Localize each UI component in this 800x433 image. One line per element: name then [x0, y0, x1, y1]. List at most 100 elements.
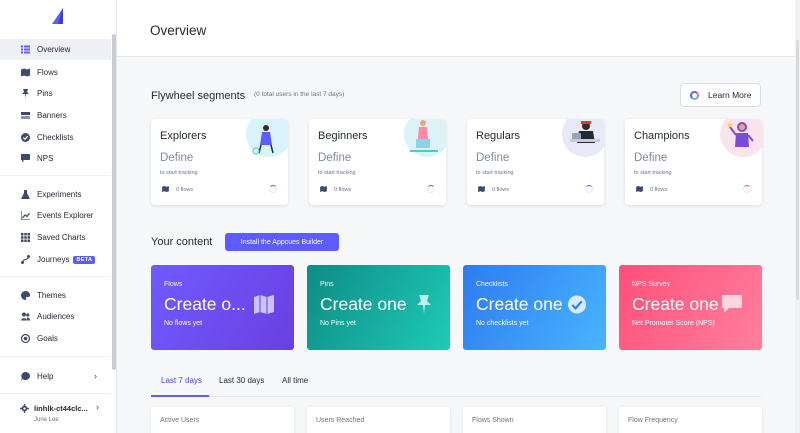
- segment-hint: to start tracking: [634, 170, 672, 176]
- stat-card-flow-frequency: Flow Frequency: [619, 407, 762, 433]
- account-name[interactable]: linhlk-ct44clc...: [34, 404, 88, 413]
- map-icon: [320, 186, 327, 192]
- map-icon: [478, 186, 485, 192]
- palette-icon: [21, 291, 30, 300]
- active-tab-indicator: [151, 395, 209, 397]
- segment-progress-donut: [743, 185, 751, 193]
- map-icon: [636, 186, 643, 192]
- champion-illustration-icon: [720, 119, 762, 157]
- sidebar-item-audiences[interactable]: Audiences: [0, 306, 111, 327]
- create-flow-card[interactable]: Flows Create o... No flows yet: [151, 265, 294, 350]
- segment-hint: to start tracking: [160, 170, 198, 176]
- chat-icon: [722, 295, 742, 313]
- chevron-right-icon[interactable]: ›: [96, 402, 99, 412]
- sidebar-item-label: Goals: [37, 334, 58, 343]
- content-card-sub: Net Promoter Score (NPS): [632, 320, 715, 327]
- sidebar-scrollbar[interactable]: [112, 34, 116, 370]
- segment-progress-donut: [269, 185, 277, 193]
- segment-name: Champions: [634, 130, 690, 142]
- journey-icon: [21, 255, 30, 264]
- segments-subtitle: (0 total users in the last 7 days): [254, 91, 345, 98]
- stat-label: Flow Frequency: [628, 417, 678, 424]
- sidebar-item-help[interactable]: Help ›: [0, 366, 111, 387]
- sidebar-item-nps[interactable]: NPS: [0, 148, 111, 169]
- sidebar: Overview Flows Pins Banners Checklists N…: [0, 0, 117, 433]
- chart-icon: [21, 211, 30, 220]
- chat-icon: [21, 154, 30, 163]
- sidebar-item-label: Experiments: [37, 190, 82, 199]
- sidebar-item-saved-charts[interactable]: Saved Charts: [0, 227, 111, 248]
- tab-last-7-days[interactable]: Last 7 days: [161, 376, 202, 385]
- page-title: Overview: [150, 23, 207, 38]
- sidebar-divider: [0, 175, 111, 176]
- page-scrollbar[interactable]: [795, 0, 800, 433]
- segment-hint: to start tracking: [476, 170, 514, 176]
- stat-label: Users Reached: [316, 417, 365, 424]
- segment-name: Regulars: [476, 130, 521, 142]
- your-content-title: Your content: [151, 236, 213, 248]
- gear-icon[interactable]: [20, 404, 29, 413]
- tab-all-time[interactable]: All time: [282, 376, 308, 385]
- segment-card-beginners[interactable]: Beginners Define to start tracking 0 flo…: [309, 119, 446, 205]
- learn-more-button[interactable]: Learn More: [680, 83, 761, 107]
- beta-badge: BETA: [73, 255, 96, 264]
- sidebar-item-events-explorer[interactable]: Events Explorer: [0, 205, 111, 226]
- sidebar-item-themes[interactable]: Themes: [0, 285, 111, 306]
- sidebar-item-checklists[interactable]: Checklists: [0, 127, 111, 148]
- sidebar-item-label: Checklists: [37, 133, 74, 142]
- segment-card-champions[interactable]: Champions Define to start tracking 0 flo…: [625, 119, 762, 205]
- sidebar-item-overview[interactable]: Overview: [0, 39, 111, 60]
- pin-icon: [417, 295, 431, 314]
- content-card-label: Checklists: [476, 281, 508, 288]
- segment-flow-count: 0 flows: [492, 187, 510, 193]
- sidebar-item-flows[interactable]: Flows: [0, 62, 111, 83]
- segment-card-explorers[interactable]: Explorers Define to start tracking 0 flo…: [151, 119, 288, 205]
- regular-illustration-icon: [562, 119, 604, 157]
- sidebar-item-label: Saved Charts: [37, 233, 86, 242]
- stat-label: Flows Shown: [472, 417, 514, 424]
- segment-hint: to start tracking: [318, 170, 356, 176]
- sidebar-item-pins[interactable]: Pins: [0, 83, 111, 104]
- content-card-sub: No flows yet: [164, 320, 203, 327]
- sidebar-divider: [0, 393, 111, 394]
- segment-name: Explorers: [160, 130, 207, 142]
- banner-icon: [21, 111, 30, 120]
- sidebar-item-journeys[interactable]: Journeys BETA: [0, 249, 111, 270]
- beginner-illustration-icon: [404, 119, 446, 157]
- sidebar-item-label: Flows: [37, 68, 58, 77]
- sidebar-item-label: Journeys: [37, 255, 70, 264]
- create-nps-link[interactable]: Create one: [632, 294, 719, 315]
- segment-card-regulars[interactable]: Regulars Define to start tracking 0 flow…: [467, 119, 604, 205]
- chevron-right-icon: ›: [94, 371, 97, 381]
- sidebar-item-label: NPS: [37, 154, 54, 163]
- create-flow-link[interactable]: Create o...: [164, 294, 246, 315]
- install-builder-button[interactable]: Install the Appcues Builder: [225, 233, 339, 251]
- stat-label: Active Users: [160, 417, 200, 424]
- list-icon: [21, 45, 30, 54]
- segment-flow-count: 0 flows: [176, 187, 194, 193]
- sidebar-item-goals[interactable]: Goals: [0, 328, 111, 349]
- sidebar-item-label: Help: [37, 372, 54, 381]
- pin-icon: [21, 89, 30, 98]
- check-circle-icon: [567, 295, 587, 314]
- create-pin-card[interactable]: Pins Create one No Pins yet: [307, 265, 450, 350]
- tab-last-30-days[interactable]: Last 30 days: [219, 376, 264, 385]
- create-checklist-card[interactable]: Checklists Create one No checklists yet: [463, 265, 606, 350]
- create-pin-link[interactable]: Create one: [320, 294, 407, 315]
- segment-define-link[interactable]: Define: [476, 152, 509, 164]
- sidebar-item-label: Banners: [37, 111, 67, 120]
- content-card-label: NPS Survey: [632, 281, 671, 288]
- sidebar-item-experiments[interactable]: Experiments: [0, 184, 111, 205]
- map-icon: [21, 68, 30, 77]
- content-card-label: Pins: [320, 281, 334, 288]
- segment-define-link[interactable]: Define: [318, 152, 351, 164]
- page-scrollbar-thumb[interactable]: [796, 40, 799, 300]
- create-nps-card[interactable]: NPS Survey Create one Net Promoter Score…: [619, 265, 762, 350]
- sidebar-item-label: Pins: [37, 89, 53, 98]
- create-checklist-link[interactable]: Create one: [476, 294, 563, 315]
- sidebar-item-banners[interactable]: Banners: [0, 105, 111, 126]
- segment-define-link[interactable]: Define: [160, 152, 193, 164]
- segment-define-link[interactable]: Define: [634, 152, 667, 164]
- appcues-logo-icon[interactable]: [52, 8, 66, 24]
- stat-card-flows-shown: Flows Shown: [463, 407, 606, 433]
